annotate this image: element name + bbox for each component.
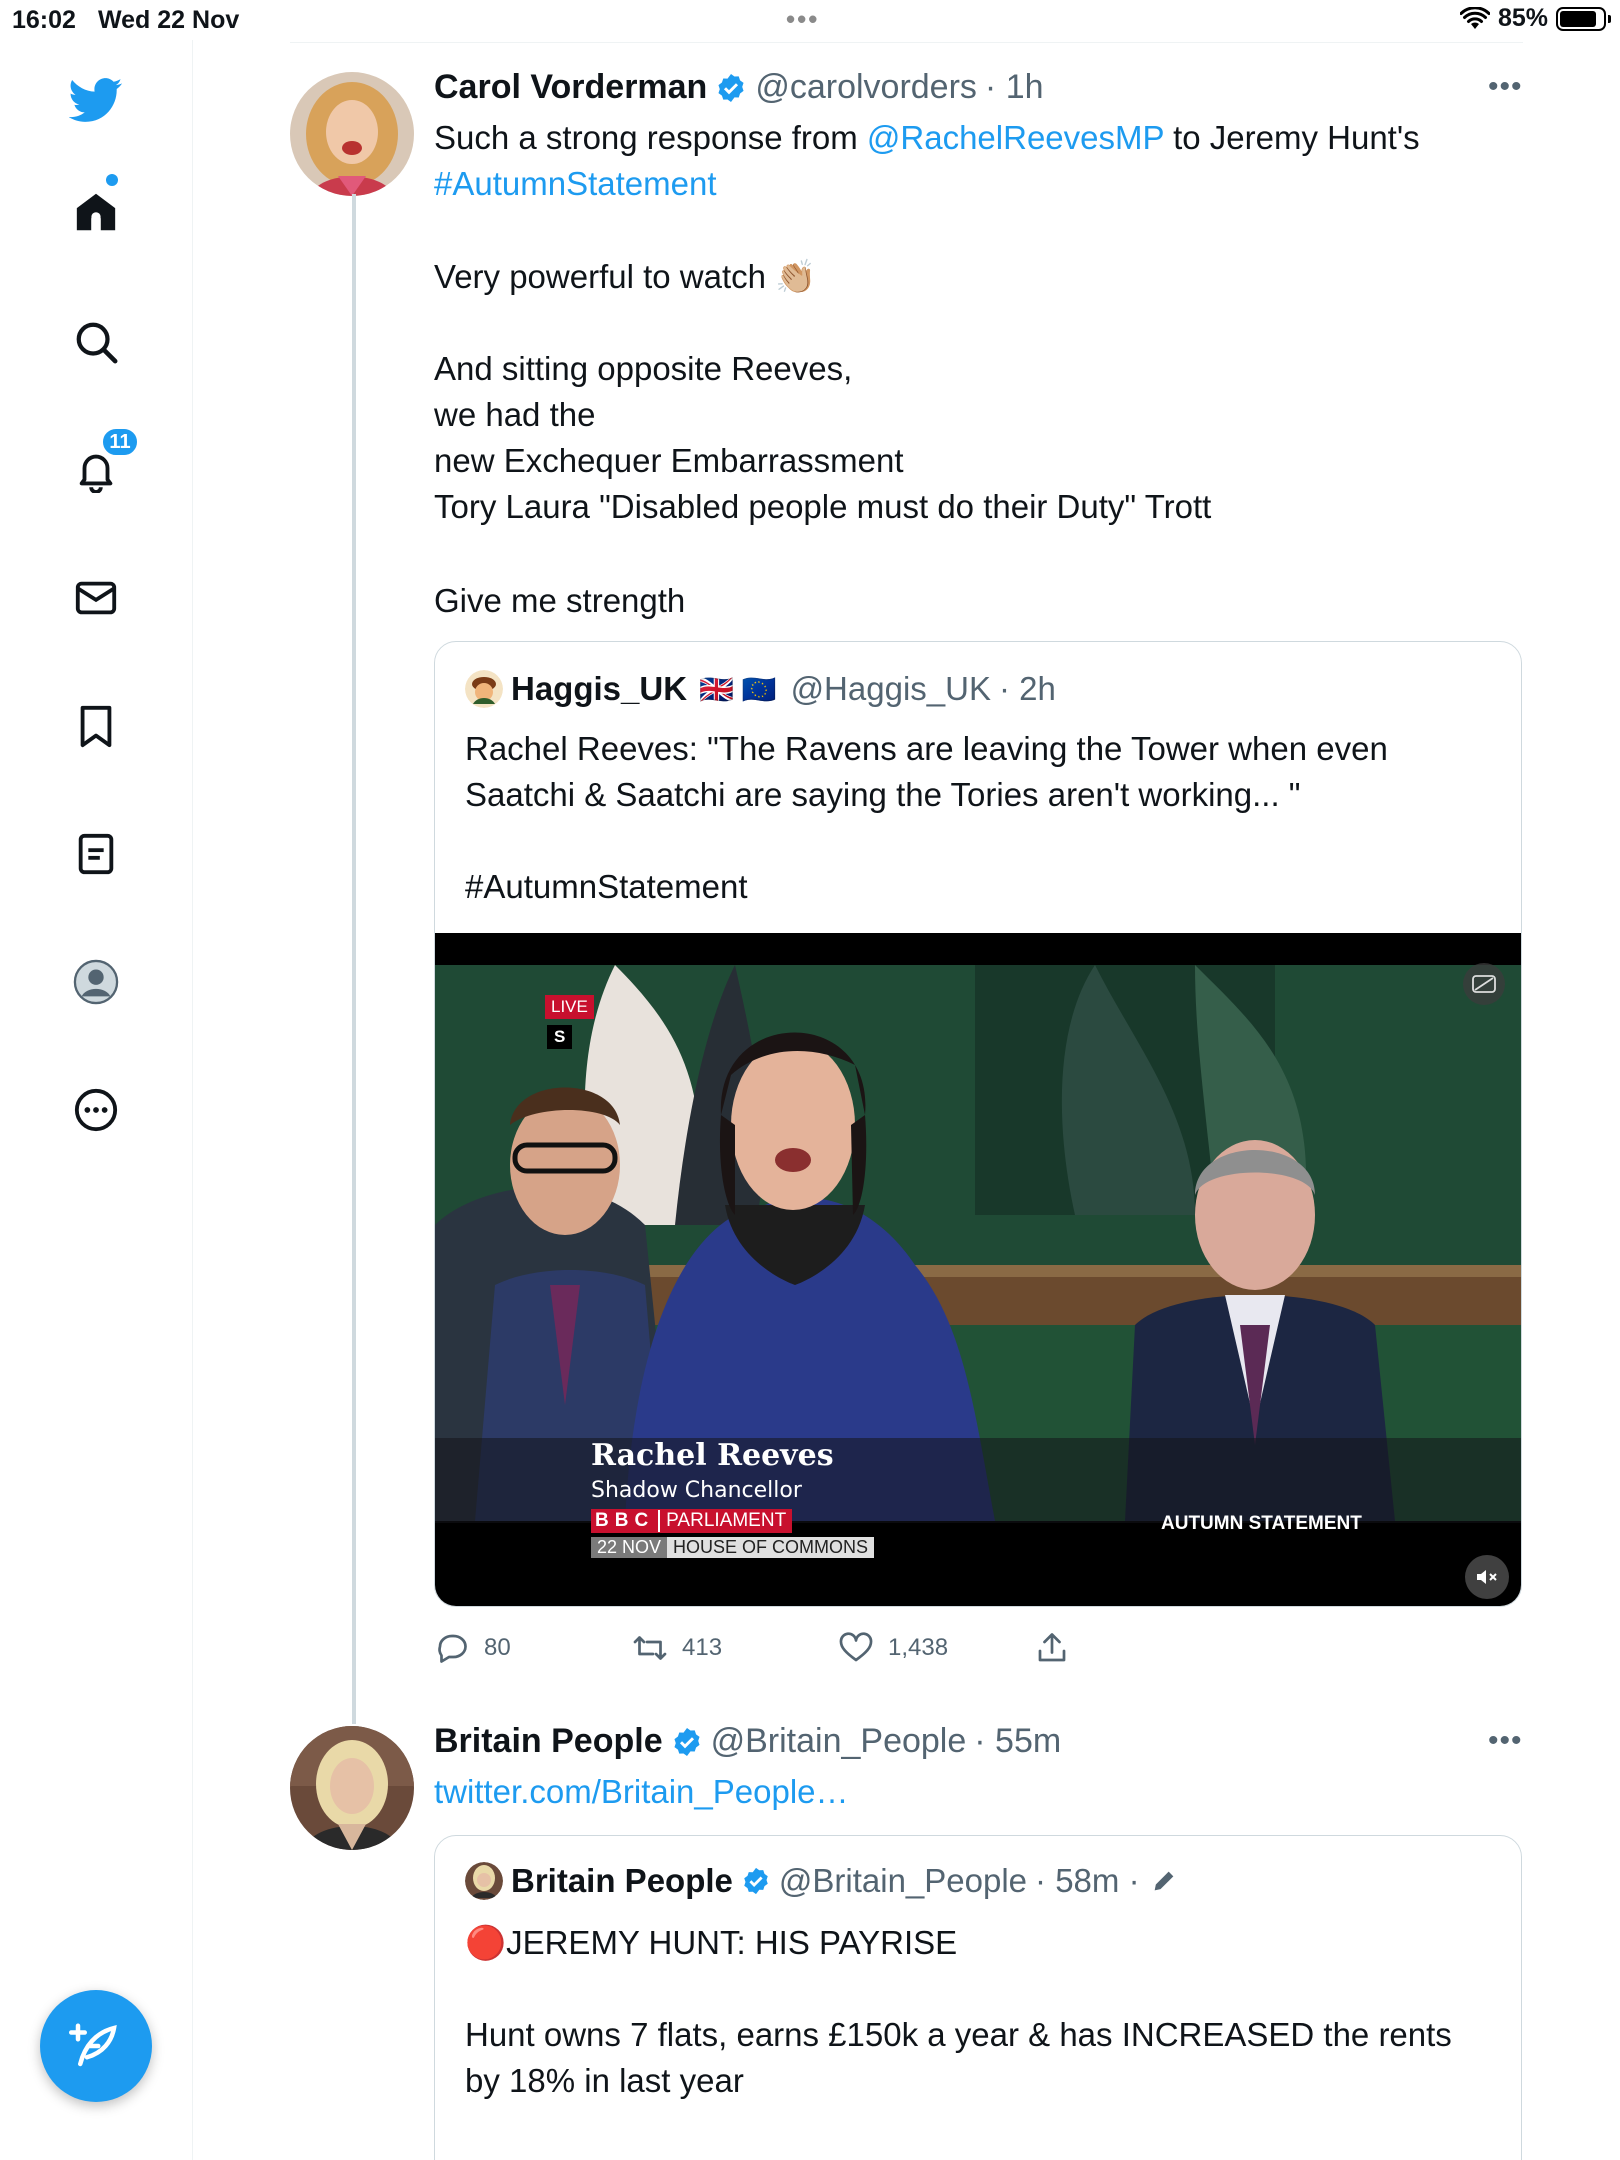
tweet-paragraph: And sitting opposite Reeves, we had the … <box>434 350 1212 525</box>
embedded-video[interactable]: LIVE S Rachel Reeves Shadow Chancellor B… <box>435 933 1521 1606</box>
captions-icon[interactable] <box>1463 963 1505 1005</box>
live-badge: LIVE <box>545 995 594 1019</box>
battery-icon <box>1556 6 1611 31</box>
list-icon[interactable] <box>66 824 126 884</box>
retweet-count: 413 <box>682 1634 723 1661</box>
location-label: HOUSE OF COMMONS <box>667 1536 875 1558</box>
feed-top-divider <box>290 42 1523 43</box>
retweet-icon <box>633 1636 667 1660</box>
date-tag-label: 22 NOV <box>591 1536 668 1558</box>
twitter-logo-icon[interactable] <box>66 70 126 130</box>
author-handle[interactable]: @Britain_People <box>711 1722 967 1761</box>
tweet-paragraph: Give me strength <box>434 582 686 619</box>
sidebar: 11 <box>0 40 193 2160</box>
hashtag-link[interactable]: #AutumnStatement <box>434 165 717 202</box>
reply-count: 80 <box>484 1634 511 1661</box>
avatar[interactable] <box>290 72 414 196</box>
date-tag: 22 NOV HOUSE OF COMMONS <box>591 1535 875 1559</box>
more-options-icon[interactable]: ••• <box>1488 1724 1523 1758</box>
status-time: 16:02 <box>12 6 76 34</box>
tweet-time[interactable]: · 1h <box>985 68 1044 107</box>
quote-author-handle[interactable]: @Britain_People <box>779 1862 1027 1900</box>
tweet-body: Such a strong response from @RachelReeve… <box>434 115 1524 207</box>
bookmark-icon[interactable] <box>66 696 126 756</box>
quote-avatar[interactable] <box>465 1862 503 1900</box>
quote-author-handle[interactable]: @Haggis_UK <box>791 670 991 708</box>
quote-time[interactable]: · 2h <box>999 670 1056 708</box>
quote-body: Hunt owns 7 flats, earns £150k a year & … <box>465 2016 1452 2099</box>
thread-line <box>352 194 356 1724</box>
parliament-wordmark: PARLIAMENT <box>666 1510 787 1531</box>
quote-author-flags: 🇬🇧 🇪🇺 <box>699 673 777 705</box>
mute-icon[interactable] <box>1465 1555 1509 1599</box>
search-icon[interactable] <box>66 312 126 372</box>
bbc-wordmark: BBC <box>591 1510 661 1532</box>
tweet-text-segment: Such a strong response from <box>434 119 867 156</box>
quote-header: Haggis_UK 🇬🇧 🇪🇺 @Haggis_UK · 2h <box>465 670 1056 708</box>
author-handle[interactable]: @carolvorders <box>755 68 977 107</box>
quoted-tweet[interactable]: Britain People @Britain_People · 58m · 🔴… <box>434 1835 1522 2160</box>
tweet-actions: 80 413 1,438 <box>434 1630 1070 1666</box>
quote-hashtag[interactable]: #AutumnStatement <box>465 864 748 910</box>
channel-badge: S <box>547 1025 573 1049</box>
verified-badge-icon <box>671 1726 703 1758</box>
tweet-header: Britain People @Britain_People · 55m <box>434 1722 1061 1761</box>
quote-text: Rachel Reeves: "The Ravens are leaving t… <box>465 730 1388 813</box>
tweet-time[interactable]: · 55m <box>974 1722 1061 1761</box>
multitasking-dots-icon[interactable]: ••• <box>786 4 819 35</box>
tweet-link[interactable]: twitter.com/Britain_People… <box>434 1769 849 1815</box>
status-bar: 16:02 Wed 22 Nov ••• 85% <box>0 0 1620 40</box>
reply-icon <box>438 1634 467 1663</box>
like-count: 1,438 <box>888 1634 949 1661</box>
quoted-tweet[interactable]: Haggis_UK 🇬🇧 🇪🇺 @Haggis_UK · 2h Rachel R… <box>434 641 1522 1607</box>
quote-author-name[interactable]: Britain People <box>511 1862 733 1900</box>
avatar[interactable] <box>290 1726 414 1850</box>
notifications-badge: 11 <box>100 426 140 458</box>
bbc-parliament-logo: BBC PARLIAMENT <box>591 1509 793 1533</box>
segment-label: AUTUMN STATEMENT <box>1161 1513 1362 1534</box>
status-date: Wed 22 Nov <box>98 6 240 34</box>
verified-badge-icon <box>741 1866 771 1896</box>
battery-percent: 85% <box>1497 4 1548 32</box>
status-right: 85% <box>1459 4 1611 33</box>
author-name[interactable]: Carol Vorderman <box>434 68 707 107</box>
author-name[interactable]: Britain People <box>434 1722 663 1761</box>
more-circle-icon[interactable] <box>66 1080 126 1140</box>
wifi-icon <box>1459 6 1490 29</box>
like-button[interactable]: 1,438 <box>838 1630 1034 1666</box>
share-button[interactable] <box>1034 1630 1070 1666</box>
quote-headline: 🔴JEREMY HUNT: HIS PAYRISE <box>465 1924 958 1961</box>
tweet-paragraph: Very powerful to watch 👏🏼 <box>434 258 817 295</box>
reply-button[interactable]: 80 <box>434 1630 632 1666</box>
home-icon[interactable] <box>66 182 126 242</box>
tweet-header: Carol Vorderman @carolvorders · 1h <box>434 68 1044 107</box>
mention-link[interactable]: @RachelReevesMP <box>867 119 1164 156</box>
edited-pencil-icon <box>1150 1867 1178 1895</box>
profile-icon[interactable] <box>66 952 126 1012</box>
quote-author-name[interactable]: Haggis_UK <box>511 670 687 708</box>
mail-icon[interactable] <box>66 568 126 628</box>
home-unread-dot <box>106 174 118 186</box>
quote-avatar[interactable] <box>465 670 503 708</box>
heart-icon <box>839 1632 873 1662</box>
caption-name: Rachel Reeves <box>591 1438 834 1473</box>
caption-role: Shadow Chancellor <box>591 1478 802 1503</box>
feather-plus-icon <box>69 2023 117 2067</box>
quote-header: Britain People @Britain_People · 58m · <box>465 1862 1178 1900</box>
battery-fill <box>1560 10 1596 27</box>
quote-time[interactable]: · 58m · <box>1035 1862 1140 1900</box>
retweet-button[interactable]: 413 <box>632 1630 838 1666</box>
compose-tweet-button[interactable] <box>40 1990 152 2102</box>
more-options-icon[interactable]: ••• <box>1488 70 1523 104</box>
verified-badge-icon <box>715 72 747 104</box>
tweet-text-segment: to Jeremy Hunt's <box>1163 119 1420 156</box>
share-icon <box>1038 1633 1066 1662</box>
